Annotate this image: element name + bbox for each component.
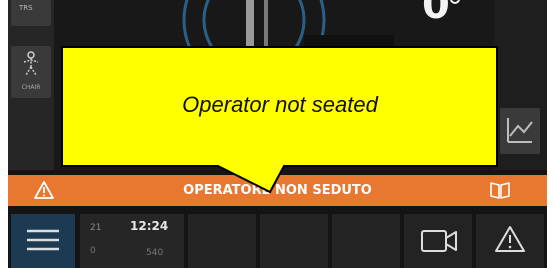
status-sub-label: 0: [90, 246, 96, 256]
empty-slot-3: [332, 214, 400, 268]
alarm-message: OPERATORE NON SEDUTO: [183, 183, 372, 198]
operator-seat-icon: [23, 51, 39, 76]
machine-display: TRS CHAIR 0 OPERATORE NON SEDUTO 21 12:2…: [8, 0, 547, 268]
book-icon[interactable]: [490, 181, 510, 199]
status-sub-value: 540: [146, 248, 164, 258]
angle-readout: 0: [422, 0, 450, 28]
callout-text: Operator not seated: [182, 92, 378, 117]
top-left-button[interactable]: TRS: [11, 0, 51, 26]
camera-button[interactable]: [404, 214, 472, 268]
status-info: 21 12:24 0 540: [80, 214, 184, 268]
status-day: 21: [90, 223, 102, 233]
status-time: 12:24: [130, 219, 169, 233]
warning-button[interactable]: [476, 214, 544, 268]
menu-icon: [27, 229, 59, 251]
empty-slot-1: [188, 214, 256, 268]
bottom-bar: 21 12:24 0 540: [8, 206, 547, 268]
camera-icon: [421, 230, 457, 252]
empty-slot-2: [260, 214, 328, 268]
right-side-button[interactable]: [500, 108, 540, 154]
left-toolbar: TRS CHAIR: [8, 0, 54, 170]
graph-icon: [507, 118, 533, 143]
menu-button[interactable]: [11, 214, 75, 268]
top-left-button-label: TRS: [19, 4, 33, 12]
alarm-bar: OPERATORE NON SEDUTO: [8, 175, 547, 206]
seat-button[interactable]: CHAIR: [11, 46, 51, 98]
seat-button-label: CHAIR: [21, 84, 41, 91]
warning-icon: [495, 226, 525, 252]
